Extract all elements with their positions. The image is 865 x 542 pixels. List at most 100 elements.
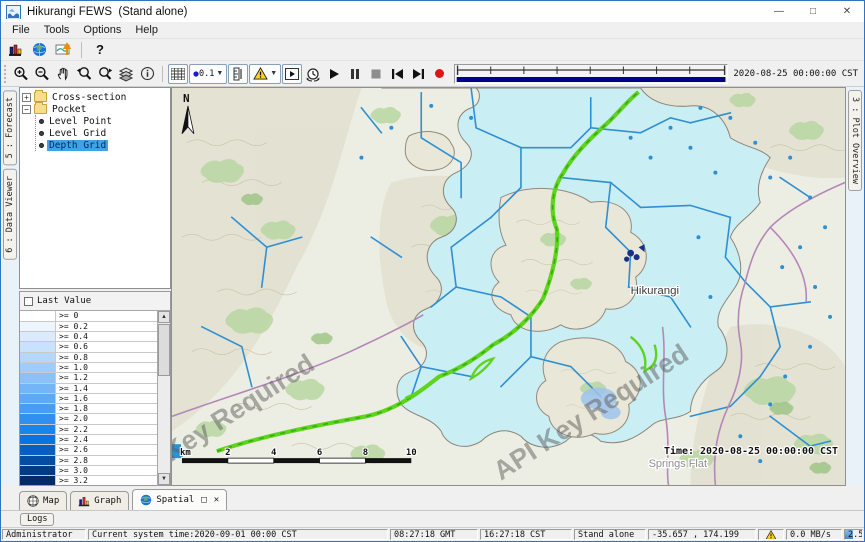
legend-row[interactable]: >= 1.8 [20,404,157,414]
legend-row-label: >= 0.4 [56,332,157,341]
app-icon [6,5,21,19]
close-button[interactable]: ✕ [830,1,864,22]
tab-forecast[interactable]: 5 : Forecast [3,90,17,165]
tab-close-icon[interactable]: ✕ [214,495,219,505]
legend-row[interactable]: >= 2.6 [20,445,157,455]
toolbar-separator [162,66,163,82]
status-warning-cell[interactable] [758,529,784,540]
svg-text:10: 10 [406,448,417,458]
zoom-out-icon[interactable] [32,64,52,84]
main-toolbar: ? [1,39,864,60]
tree-item-label-selected: Depth Grid [47,140,108,151]
legend-row-label: >= 0 [56,311,157,320]
chart-display-icon[interactable] [53,40,73,60]
legend-row[interactable]: >= 0.8 [20,353,157,363]
explorer-icon[interactable] [5,40,25,60]
tree-item-level-grid[interactable]: Level Grid [39,127,168,139]
tree-item-pocket[interactable]: − Pocket [22,103,168,115]
globe-icon[interactable] [29,40,49,60]
legend-row[interactable]: >= 2.0 [20,414,157,424]
tree-item-depth-grid[interactable]: Depth Grid [39,139,168,151]
legend-row[interactable]: >= 0.4 [20,332,157,342]
scroll-up-icon[interactable]: ▲ [158,311,170,323]
legend-row-label: >= 2.0 [56,414,157,423]
legend-scrollbar[interactable]: ▲ ▼ [157,311,170,485]
toolbar-grip[interactable] [4,65,7,83]
warning-threshold-dropdown[interactable]: ▼ [249,64,281,84]
tab-map[interactable]: Map [19,491,67,510]
tree-item-level-point[interactable]: Level Point [39,115,168,127]
maximize-button[interactable]: □ [796,1,830,22]
logs-tab-row: Logs [1,510,864,527]
legend-row[interactable]: >= 0.2 [20,322,157,332]
menu-tools[interactable]: Tools [37,23,77,37]
animation-window-button[interactable] [282,64,302,84]
skip-to-end-button[interactable] [408,64,428,84]
scroll-down-icon[interactable]: ▼ [158,473,170,485]
legend-row[interactable]: >= 3.2 [20,476,157,485]
legend-row[interactable]: >= 0 [20,311,157,321]
minimize-button[interactable]: — [762,1,796,22]
tab-graph[interactable]: Graph [70,491,129,510]
legend-color-swatch [20,466,56,475]
legend-row[interactable]: >= 2.8 [20,456,157,466]
map-toolbar: 0.1 ▼ ▼ [1,60,864,87]
left-dock-strip: 5 : Forecast 6 : Data Viewer [1,87,19,486]
svg-text:km: km [180,448,191,458]
legend-row[interactable]: >= 0.6 [20,342,157,352]
scalebar-toggle-button[interactable] [228,64,248,84]
tab-data-viewer[interactable]: 6 : Data Viewer [3,169,17,260]
legend-color-swatch [20,384,56,393]
menu-help[interactable]: Help [128,23,165,37]
skip-to-start-button[interactable] [387,64,407,84]
zoom-next-icon[interactable] [95,64,115,84]
class-break-dropdown[interactable]: 0.1 ▼ [189,64,227,84]
legend-row[interactable]: >= 3.0 [20,466,157,476]
help-button[interactable]: ? [90,40,110,60]
legend-row-label: >= 2.8 [56,456,157,465]
tab-spatial[interactable]: Spatial □ ✕ [132,489,227,510]
zoom-previous-icon[interactable] [74,64,94,84]
status-mode: Stand alone [574,529,646,540]
play-button[interactable] [324,64,344,84]
menu-options[interactable]: Options [76,23,128,37]
toolbar-separator [81,42,82,58]
chevron-down-icon: ▼ [270,70,277,77]
map-view[interactable]: API Key Required API Key Required N Hiku… [171,87,846,486]
svg-text:2: 2 [225,448,230,458]
scrollbar-thumb[interactable] [158,324,170,376]
zoom-in-icon[interactable] [11,64,31,84]
class-break-value: 0.1 [199,69,214,79]
tree-item-cross-section[interactable]: + Cross-section [22,91,168,103]
legend-row[interactable]: >= 2.4 [20,435,157,445]
legend-row[interactable]: >= 1.6 [20,394,157,404]
legend-row-label: >= 0.2 [56,322,157,331]
time-slider[interactable] [454,64,728,84]
grid-layer-button[interactable] [168,64,188,84]
time-step-icon[interactable] [303,64,323,84]
title-bar: Hikurangi FEWS (Stand alone) — □ ✕ [1,1,864,22]
tab-logs[interactable]: Logs [20,513,54,526]
legend-row[interactable]: >= 2.2 [20,425,157,435]
last-value-checkbox[interactable] [24,297,33,306]
legend-row[interactable]: >= 1.0 [20,363,157,373]
pan-hand-icon[interactable] [53,64,73,84]
info-icon[interactable] [137,64,157,84]
bottom-tab-bar: Map Graph Spatial □ ✕ [1,486,864,510]
legend-color-swatch [20,311,56,320]
record-button[interactable] [429,64,449,84]
legend-row[interactable]: >= 1.2 [20,373,157,383]
pause-button[interactable] [345,64,365,84]
layers-icon[interactable] [116,64,136,84]
scrollbar-track[interactable] [158,323,170,473]
menu-file[interactable]: File [5,23,37,37]
svg-text:N: N [183,92,190,105]
stop-button[interactable] [366,64,386,84]
status-memory: 2.5 GB [844,529,863,540]
tab-maximize-icon[interactable]: □ [201,495,206,505]
collapse-icon[interactable]: − [22,105,31,114]
tab-plot-overview[interactable]: 3 : Plot Overview [848,90,862,191]
expand-icon[interactable]: + [22,93,31,102]
map-globe-icon [27,495,39,507]
legend-row[interactable]: >= 1.4 [20,384,157,394]
